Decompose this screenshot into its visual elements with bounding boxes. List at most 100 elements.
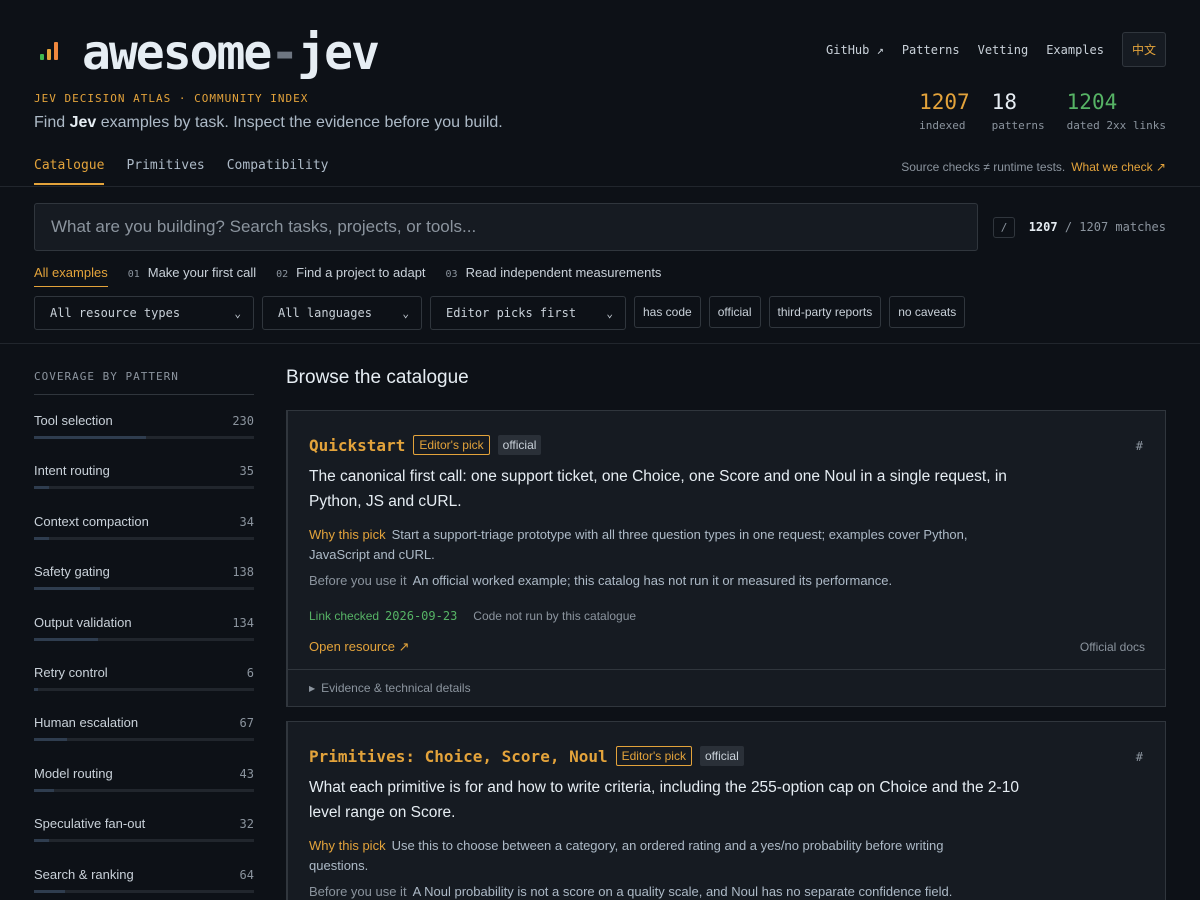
card-header: Primitives: Choice, Score, Noul Editor's… xyxy=(309,746,744,766)
coverage-list: Tool selection 230 Intent routing 35 Context… xyxy=(34,395,254,899)
before-label: Before you use it xyxy=(309,884,407,899)
link-checked-label: Link checked xyxy=(309,609,380,623)
stats: 1207 indexed 18 patterns 1204 dated 2xx … xyxy=(919,88,1166,132)
coverage-item[interactable]: Context compaction 34 xyxy=(34,496,254,546)
coverage-count: 34 xyxy=(239,514,254,529)
coverage-bar-fill xyxy=(34,839,50,843)
chip-has-code[interactable]: has code xyxy=(634,296,701,328)
open-resource-link[interactable]: Open resource ↗ xyxy=(309,639,410,655)
resource-type-select[interactable]: All resource types ⌄ xyxy=(34,296,254,330)
before-you-use: Before you use it An official worked exam… xyxy=(309,573,1069,588)
nav-vetting-link[interactable]: Vetting xyxy=(978,43,1029,57)
coverage-item[interactable]: Tool selection 230 xyxy=(34,395,254,445)
coverage-item[interactable]: Output validation 134 xyxy=(34,597,254,647)
coverage-name: Search & ranking xyxy=(34,866,134,882)
before-text: A Noul probability is not a score on a q… xyxy=(412,884,953,899)
coverage-bar xyxy=(34,687,254,691)
coverage-bar-fill xyxy=(34,738,67,742)
logo-bars-icon xyxy=(40,40,58,60)
chip-official[interactable]: official xyxy=(708,296,761,328)
tab-catalogue[interactable]: Catalogue xyxy=(34,158,105,185)
source-type: Official docs xyxy=(1079,640,1145,654)
card-description: What each primitive is for and how to wr… xyxy=(309,779,1019,821)
before-text: An official worked example; this catalog… xyxy=(412,573,893,588)
task-first-call[interactable]: 01 Make your first call xyxy=(128,265,256,286)
why-text: Use this to choose between a category, a… xyxy=(309,838,944,873)
coverage-count: 6 xyxy=(246,665,254,680)
coverage-bar-fill xyxy=(34,536,50,540)
select-value: All resource types xyxy=(50,306,181,320)
coverage-bar-fill xyxy=(34,637,98,641)
card-title[interactable]: Primitives: Choice, Score, Noul xyxy=(309,747,608,766)
tab-compatibility[interactable]: Compatibility xyxy=(227,158,329,185)
editor-pick-badge: Editor's pick xyxy=(413,435,490,455)
anchor-link[interactable]: # xyxy=(1136,750,1143,764)
coverage-item[interactable]: Human escalation 67 xyxy=(34,697,254,747)
coverage-item[interactable]: Model routing 43 xyxy=(34,748,254,798)
stat-value: 1204 xyxy=(1066,90,1118,114)
subtitle-post: examples by task. Inspect the evidence b… xyxy=(96,114,503,131)
coverage-item[interactable]: Retry control 6 xyxy=(34,647,254,697)
coverage-count: 138 xyxy=(232,565,254,580)
divider xyxy=(0,343,1200,344)
coverage-name: Context compaction xyxy=(34,513,149,529)
evidence-toggle[interactable]: ▶ Evidence & technical details xyxy=(288,669,1165,706)
search-shortcut-hint: / xyxy=(993,217,1015,238)
coverage-count: 32 xyxy=(239,817,254,832)
chip-third-party-reports[interactable]: third-party reports xyxy=(768,296,882,328)
task-find-project[interactable]: 02 Find a project to adapt xyxy=(276,265,425,286)
search-box xyxy=(34,203,978,251)
what-we-check-link[interactable]: What we check ↗ xyxy=(1071,160,1166,174)
stat-value: 1207 xyxy=(919,90,970,114)
coverage-bar xyxy=(34,637,254,641)
coverage-bar xyxy=(34,536,254,540)
task-number: 01 xyxy=(127,269,140,280)
anchor-link[interactable]: # xyxy=(1136,439,1143,453)
stat-label: dated 2xx links xyxy=(1066,119,1166,132)
title-dash: - xyxy=(270,25,299,81)
top-nav: GitHub ↗ Patterns Vetting Examples 中文 xyxy=(826,32,1166,67)
coverage-item[interactable]: Intent routing 35 xyxy=(34,445,254,495)
subtitle-pre: Find xyxy=(34,114,70,131)
coverage-name: Output validation xyxy=(34,614,132,630)
coverage-item[interactable]: Speculative fan-out 32 xyxy=(34,798,254,848)
language-select[interactable]: All languages ⌄ xyxy=(262,296,422,330)
card-description: The canonical first call: one support ti… xyxy=(309,468,1007,510)
sort-select[interactable]: Editor picks first ⌄ xyxy=(430,296,626,330)
link-checked-date: 2026-09-23 xyxy=(385,609,458,623)
editor-pick-badge: Editor's pick xyxy=(615,746,692,766)
why-text: Start a support-triage prototype with al… xyxy=(309,527,968,562)
task-all-examples[interactable]: All examples xyxy=(34,265,108,287)
why-this-pick: Why this pick Start a support-triage prot… xyxy=(309,525,989,565)
task-label: Read independent measurements xyxy=(465,265,662,280)
coverage-bar-fill xyxy=(34,587,100,591)
task-label: All examples xyxy=(34,265,108,280)
main-heading: Browse the catalogue xyxy=(286,367,469,388)
nav-patterns-link[interactable]: Patterns xyxy=(902,43,960,57)
coverage-bar xyxy=(34,486,254,490)
coverage-name: Human escalation xyxy=(34,715,139,731)
card-title[interactable]: Quickstart xyxy=(309,436,405,455)
resource-card: Primitives: Choice, Score, Noul Editor's… xyxy=(286,721,1166,900)
nav-examples-link[interactable]: Examples xyxy=(1046,43,1104,57)
subtitle-brand: Jev xyxy=(69,114,97,131)
chip-no-caveats[interactable]: no caveats xyxy=(889,296,966,328)
language-toggle-button[interactable]: 中文 xyxy=(1121,32,1166,67)
stat-links: 1204 dated 2xx links xyxy=(1067,88,1166,132)
coverage-bar-fill xyxy=(34,788,54,792)
coverage-item[interactable]: Safety gating 138 xyxy=(34,546,254,596)
coverage-bar xyxy=(34,788,254,792)
task-measurements[interactable]: 03 Read independent measurements xyxy=(446,265,662,286)
why-label: Why this pick xyxy=(309,527,386,542)
tagline: JEV DECISION ATLAS · COMMUNITY INDEX xyxy=(34,92,309,105)
nav-github-link[interactable]: GitHub ↗ xyxy=(826,43,884,57)
official-badge: official xyxy=(497,435,542,455)
why-label: Why this pick xyxy=(309,838,386,853)
search-input[interactable] xyxy=(51,217,961,237)
coverage-item[interactable]: Search & ranking 64 xyxy=(34,849,254,899)
tab-primitives[interactable]: Primitives xyxy=(126,158,204,185)
source-note: Source checks ≠ runtime tests. What we ch… xyxy=(901,160,1166,174)
coverage-bar xyxy=(34,738,254,742)
chevron-down-icon: ⌄ xyxy=(234,306,241,320)
coverage-count: 35 xyxy=(239,464,254,479)
